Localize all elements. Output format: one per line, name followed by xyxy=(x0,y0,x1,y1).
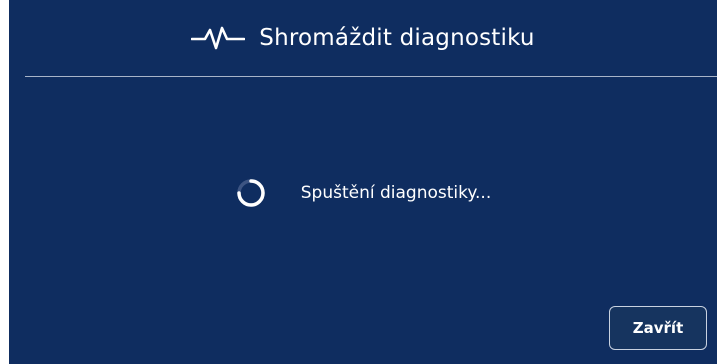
dialog-header: Shromáždit diagnostiku xyxy=(9,0,717,76)
close-button[interactable]: Zavřít xyxy=(609,306,707,350)
status-row: Spuštění diagnostiky... xyxy=(9,165,717,221)
header-divider xyxy=(25,76,717,77)
dialog-title: Shromáždit diagnostiku xyxy=(259,25,535,51)
status-text: Spuštění diagnostiky... xyxy=(300,183,492,203)
spinner-icon xyxy=(237,179,265,207)
pulse-icon xyxy=(191,26,246,50)
diagnostics-dialog: Shromáždit diagnostiku Spuštění diagnost… xyxy=(9,0,717,364)
